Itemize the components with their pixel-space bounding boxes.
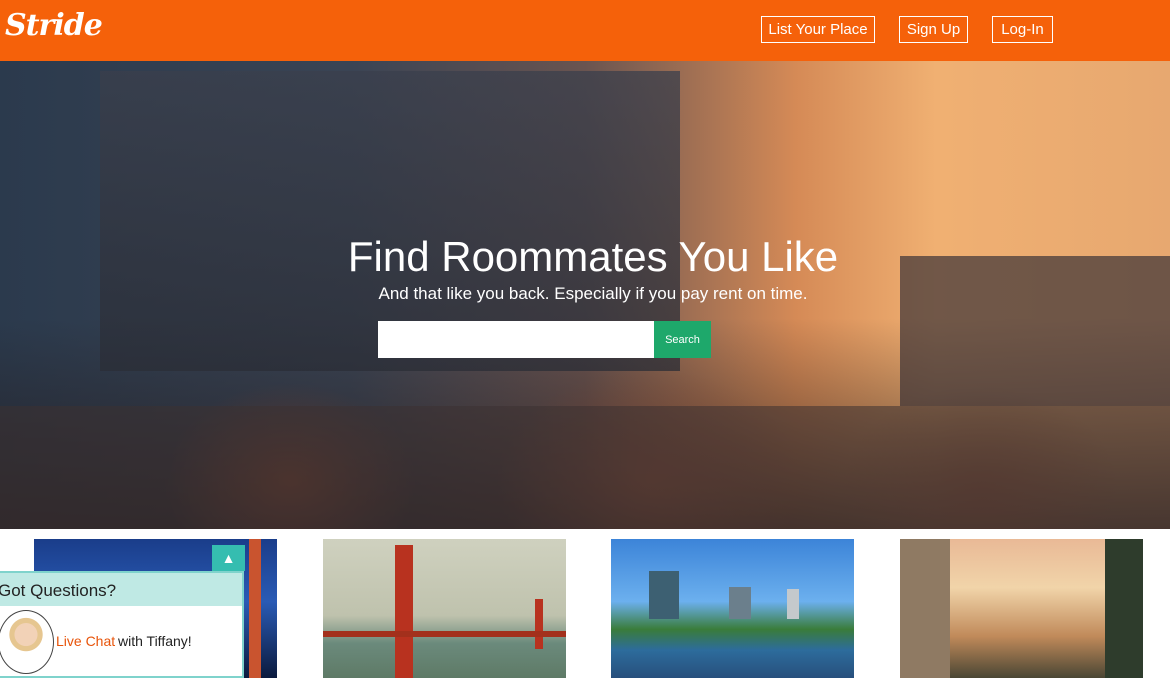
skyline-building: [649, 571, 679, 619]
hero-title: Find Roommates You Like: [347, 233, 839, 280]
city-card-austin[interactable]: [611, 539, 854, 678]
bridge-tower-icon: [535, 599, 543, 649]
sign-up-button[interactable]: Sign Up: [899, 16, 968, 43]
log-in-button[interactable]: Log-In: [992, 16, 1053, 43]
skyline-building: [900, 539, 950, 678]
city-card-golden-gate[interactable]: [323, 539, 566, 678]
live-chat-widget: Got Questions? Live Chat with Tiffany!: [0, 571, 244, 678]
site-header: Stride List Your Place Sign Up Log-In: [0, 0, 1170, 61]
list-your-place-button[interactable]: List Your Place: [761, 16, 875, 43]
search-button[interactable]: Search: [654, 321, 711, 358]
chat-title: Got Questions?: [0, 581, 117, 600]
search-input[interactable]: [378, 321, 654, 358]
chevron-up-icon[interactable]: ▲: [212, 545, 245, 571]
chat-header[interactable]: Got Questions?: [0, 573, 242, 606]
bridge-tower-icon: [395, 545, 413, 678]
live-chat-link[interactable]: Live Chat: [56, 633, 115, 649]
skyline-building: [729, 587, 751, 619]
chat-with-text: with Tiffany!: [118, 633, 192, 649]
hero-subtitle: And that like you back. Especially if yo…: [378, 284, 808, 303]
bridge-deck: [323, 631, 566, 637]
avatar: [0, 610, 54, 674]
city-card-los-angeles[interactable]: [900, 539, 1143, 678]
hero-banner: Find Roommates You Like And that like yo…: [0, 61, 1170, 529]
palm-tree: [1105, 539, 1143, 678]
hero-rooftop-wall: [0, 406, 1170, 529]
stride-logo[interactable]: Stride: [5, 8, 103, 43]
bridge-tower-icon: [249, 539, 261, 678]
skyline-building: [787, 589, 799, 619]
